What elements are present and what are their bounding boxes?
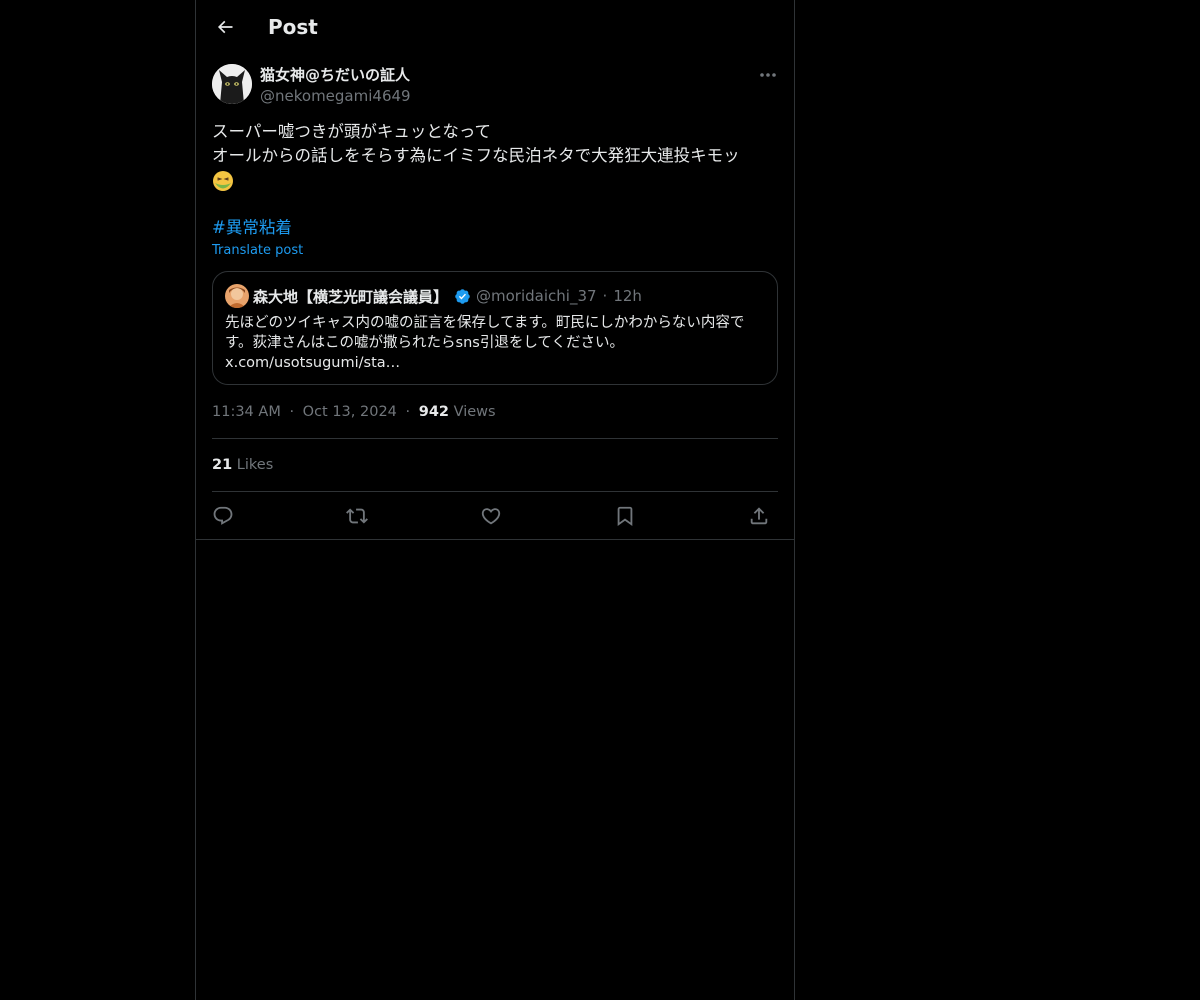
page-title: Post [268, 15, 318, 39]
quoted-post-card[interactable]: 森大地【横芝光町議会議員】 @moridaichi_37 · 12h 先ほどのツ… [212, 271, 778, 385]
quoted-post-header: 森大地【横芝光町議会議員】 @moridaichi_37 · 12h [253, 285, 642, 307]
repost-button[interactable] [343, 502, 371, 530]
divider [196, 539, 794, 540]
post-text-line-2: オールからの話しをそらす為にイミフな民泊ネタで大発狂大連投キモッ [212, 146, 740, 165]
likes-label: Likes [236, 457, 274, 473]
post-text: スーパー嘘つきが頭がキュッとなって オールからの話しをそらす為にイミフな民泊ネタ… [212, 120, 778, 168]
post-date[interactable]: Oct 13, 2024 [303, 404, 397, 420]
bookmark-icon [617, 506, 633, 527]
post-column: Post 猫女神@ちだいの証人 @nekomegami4649 スーパー嘘つきが… [195, 0, 795, 1000]
meta-separator: · [289, 404, 295, 420]
back-button[interactable] [208, 10, 242, 44]
bookmark-button[interactable] [611, 502, 639, 530]
views-label: Views [453, 404, 496, 420]
quoted-separator: · [602, 287, 608, 305]
reply-button[interactable] [209, 502, 237, 530]
black-cat-avatar-icon [212, 64, 252, 104]
translate-post-link[interactable]: Translate post [212, 242, 303, 260]
post-meta: 11:34 AM · Oct 13, 2024 · 942 Views [212, 402, 496, 422]
person-avatar-icon [225, 284, 249, 308]
quoted-author-avatar [225, 284, 249, 308]
meta-separator: · [405, 404, 411, 420]
action-bar [212, 492, 778, 538]
views-count: 942 [418, 404, 450, 420]
nauseated-face-icon [212, 170, 234, 192]
hashtag-link[interactable]: #異常粘着 [212, 216, 292, 240]
likes-count: 21 [212, 457, 233, 473]
author-display-name[interactable]: 猫女神@ちだいの証人 [260, 65, 410, 85]
repost-icon [346, 508, 368, 524]
post-time[interactable]: 11:34 AM [212, 404, 281, 420]
like-button[interactable] [477, 502, 505, 530]
top-header: Post [196, 0, 794, 53]
more-options-button[interactable] [756, 64, 780, 86]
quoted-author-name: 森大地【横芝光町議会議員】 [253, 287, 449, 306]
arrow-left-icon [217, 20, 233, 34]
author-avatar[interactable] [212, 64, 252, 104]
reply-icon [213, 506, 233, 525]
share-icon [750, 507, 768, 525]
divider [212, 438, 778, 439]
verified-badge-icon [454, 288, 471, 305]
quoted-author-handle: @moridaichi_37 [476, 287, 597, 305]
share-button[interactable] [745, 502, 773, 530]
quoted-post-text: 先ほどのツイキャス内の嘘の証言を保存してます。町民にしかわからない内容です。荻津… [225, 315, 745, 371]
quoted-time: 12h [613, 287, 642, 305]
author-handle[interactable]: @nekomegami4649 [260, 86, 411, 106]
likes-link[interactable]: 21 Likes [212, 455, 273, 475]
post-text-line-1: スーパー嘘つきが頭がキュッとなって [212, 122, 492, 141]
heart-icon [481, 508, 501, 525]
more-icon [760, 73, 776, 77]
